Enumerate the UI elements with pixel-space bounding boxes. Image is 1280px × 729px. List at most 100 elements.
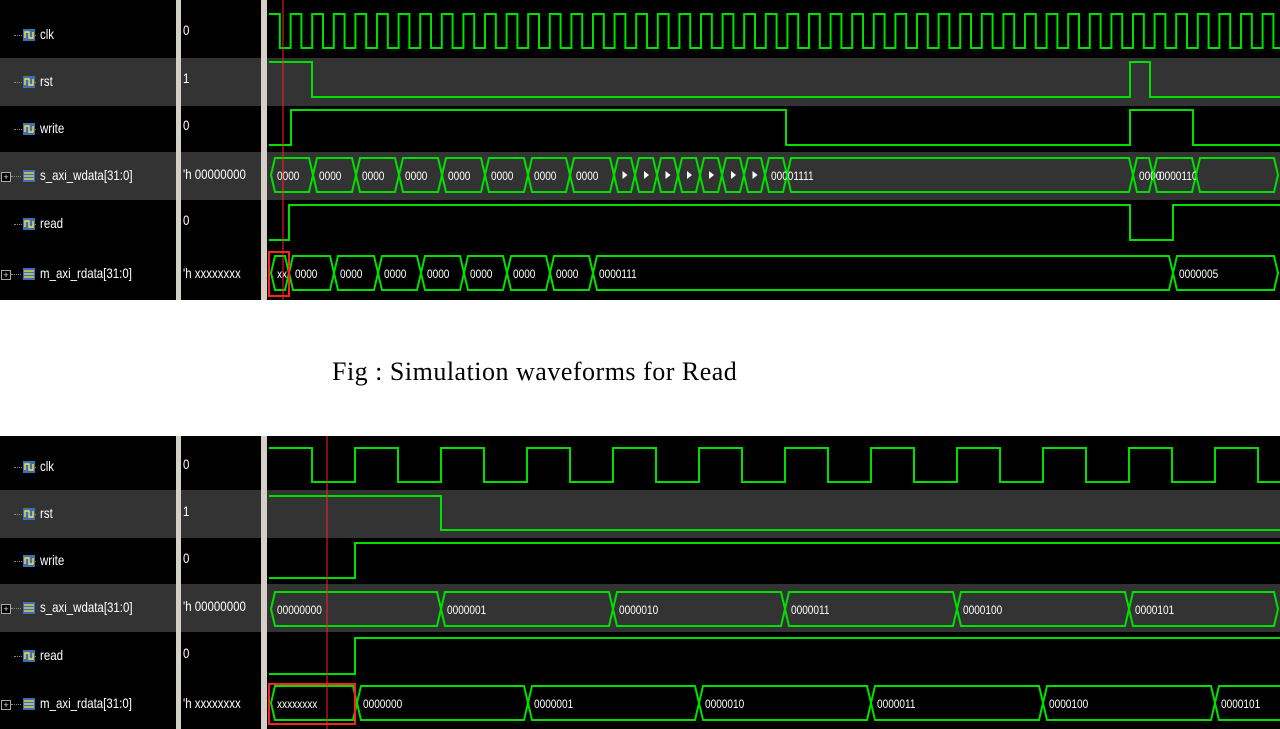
bus-value-label: 0000005: [1179, 268, 1218, 281]
signal-name: m_axi_rdata[31:0]: [40, 695, 132, 711]
signal-value: 0: [183, 456, 190, 472]
signal-row-clk[interactable]: clk: [0, 444, 176, 490]
signal-row-m-axi-rdata[interactable]: + m_axi_rdata[31:0]: [0, 248, 176, 300]
bus-value-label: 0000100: [963, 604, 1002, 617]
bus-value-label: 0000: [427, 268, 449, 281]
signal-name-column: clk rst write + s_axi_wdata[31:0] read +: [0, 436, 176, 729]
signal-icon: [22, 507, 36, 521]
bus-value-label: 0000011: [791, 604, 829, 617]
signal-name: rst: [40, 73, 53, 89]
signal-name: read: [40, 215, 63, 231]
bus-value-label: 0000011: [877, 698, 915, 711]
signal-name: write: [40, 552, 65, 568]
signal-value: 0: [183, 117, 190, 133]
signal-row-read[interactable]: read: [0, 632, 176, 680]
figure-caption: Fig : Simulation waveforms for Read: [332, 357, 738, 386]
bus-signal-icon: [22, 267, 36, 281]
signal-name: s_axi_wdata[31:0]: [40, 167, 133, 183]
row-background: [267, 680, 1280, 729]
signal-name: rst: [40, 505, 53, 521]
bus-value-label: 0000001: [534, 698, 573, 711]
bus-value-label: 0000: [405, 170, 427, 183]
bus-value-label: 0000101: [1135, 604, 1174, 617]
bus-value-label: 0000: [470, 268, 492, 281]
signal-value: 0: [183, 550, 190, 566]
bus-value-label: 00000000: [277, 604, 322, 617]
bus-value-label: 00001111: [771, 170, 814, 183]
bus-value-label: 0000: [576, 170, 598, 183]
bus-value-label: 0000010: [619, 604, 658, 617]
bus-value-label: xx: [277, 268, 287, 281]
bus-value-label: 0000101: [1221, 698, 1260, 711]
row-background: [267, 58, 1280, 106]
bus-value-label: 0000000: [363, 698, 402, 711]
bus-signal-icon: [22, 697, 36, 711]
signal-row-clk[interactable]: clk: [0, 12, 176, 58]
signal-name: clk: [40, 26, 55, 42]
signal-icon: [22, 554, 36, 568]
row-background: [267, 538, 1280, 584]
waveform-panel-write-read: clk rst write + s_axi_wdata[31:0] read +: [0, 0, 1280, 300]
signal-icon: [22, 28, 36, 42]
bus-signal-icon: [22, 169, 36, 183]
signal-row-m-axi-rdata[interactable]: + m_axi_rdata[31:0]: [0, 680, 176, 729]
signal-value-column: 0 1 0 'h 00000000 0 'h xxxxxxxx: [181, 0, 261, 300]
waveform-canvas[interactable]: 0000 0000 0000 0000 0000 0000 0000 0000 00001111…: [267, 0, 1280, 300]
bus-value-label: 0000: [319, 170, 341, 183]
signal-row-s-axi-wdata[interactable]: + s_axi_wdata[31:0]: [0, 152, 176, 200]
waveform-panel-zoomed: clk rst write + s_axi_wdata[31:0] read +: [0, 436, 1280, 729]
signal-name: write: [40, 120, 65, 136]
signal-value: 'h xxxxxxxx: [183, 265, 241, 281]
signal-row-rst[interactable]: rst: [0, 490, 176, 538]
signal-value: 0: [183, 22, 190, 38]
signal-value: 0: [183, 212, 190, 228]
bus-value-label: 0000110: [1159, 170, 1197, 183]
bus-value-label: 0000: [513, 268, 535, 281]
signal-icon: [22, 122, 36, 136]
expand-icon[interactable]: +: [1, 270, 11, 280]
signal-value: 1: [183, 70, 190, 86]
bus-value-label: 0000: [491, 170, 513, 183]
row-background: [267, 0, 1280, 58]
signal-value-column: 0 1 0 'h 00000000 0 'h xxxxxxxx: [181, 436, 261, 729]
waveform-area[interactable]: 0000 0000 0000 0000 0000 0000 0000 0000 00001111…: [267, 0, 1280, 300]
row-background: [267, 632, 1280, 680]
signal-name: read: [40, 647, 63, 663]
signal-row-rst[interactable]: rst: [0, 58, 176, 106]
signal-value: 'h xxxxxxxx: [183, 695, 241, 711]
bus-value-label: 0000: [534, 170, 556, 183]
bus-value-label: xxxxxxxx: [277, 698, 318, 711]
signal-name: s_axi_wdata[31:0]: [40, 599, 133, 615]
bus-value-label: 0000001: [447, 604, 486, 617]
bus-value-label: 0000100: [1049, 698, 1088, 711]
signal-name: clk: [40, 458, 55, 474]
bus-value-label: 0000: [448, 170, 470, 183]
row-background: [267, 200, 1280, 248]
signal-value: 1: [183, 503, 190, 519]
signal-icon: [22, 217, 36, 231]
signal-row-read[interactable]: read: [0, 200, 176, 248]
bus-value-label: 0000: [556, 268, 578, 281]
bus-value-label: 0000: [384, 268, 406, 281]
signal-icon: [22, 460, 36, 474]
signal-row-write[interactable]: write: [0, 538, 176, 584]
bus-value-label: 0000: [295, 268, 317, 281]
signal-name-column: clk rst write + s_axi_wdata[31:0] read +: [0, 0, 176, 300]
signal-icon: [22, 75, 36, 89]
signal-row-write[interactable]: write: [0, 106, 176, 152]
expand-icon[interactable]: +: [1, 172, 11, 182]
waveform-area[interactable]: 00000000 0000001 0000010 0000011 0000100 0000…: [267, 436, 1280, 729]
bus-value-label: 0000: [1139, 170, 1161, 183]
bus-signal-icon: [22, 601, 36, 615]
expand-icon[interactable]: +: [1, 604, 11, 614]
bus-value-label: 0000: [340, 268, 362, 281]
expand-icon[interactable]: +: [1, 700, 11, 710]
bus-value-label: 0000: [362, 170, 384, 183]
waveform-canvas[interactable]: 00000000 0000001 0000010 0000011 0000100 0000…: [267, 436, 1280, 729]
bus-value-label: 0000111: [599, 268, 637, 281]
signal-icon: [22, 649, 36, 663]
signal-value: 0: [183, 645, 190, 661]
signal-row-s-axi-wdata[interactable]: + s_axi_wdata[31:0]: [0, 584, 176, 632]
bus-value-label: 0000: [277, 170, 299, 183]
bus-value-label: 0000010: [705, 698, 744, 711]
